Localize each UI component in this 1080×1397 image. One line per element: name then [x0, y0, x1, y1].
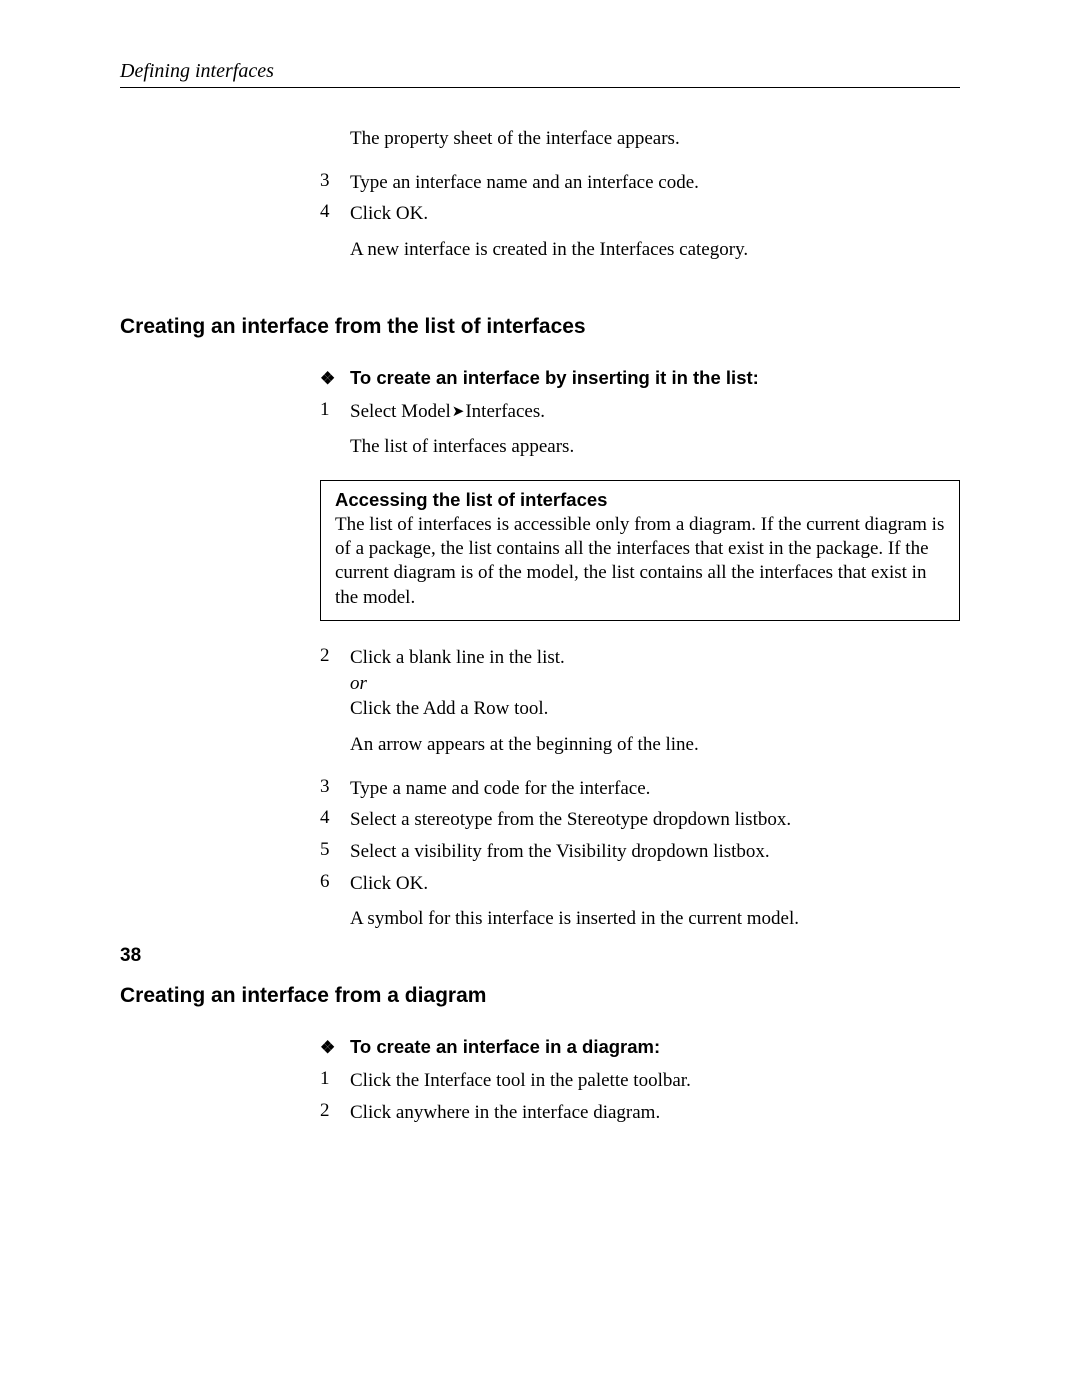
step-number: 4 [320, 807, 350, 833]
step-text: Click a blank line in the list. or Click… [350, 645, 565, 722]
procedure-heading: To create an interface in a diagram: [350, 1036, 660, 1058]
body-text: The property sheet of the interface appe… [350, 126, 960, 152]
step-or: or [350, 673, 367, 694]
page: Defining interfaces The property sheet o… [0, 0, 1080, 1397]
step-text-post: Interfaces. [465, 401, 545, 422]
step-text: Click OK. [350, 201, 428, 227]
procedure-heading: To create an interface by inserting it i… [350, 367, 759, 389]
step-number: 1 [320, 399, 350, 425]
diamond-bullet-icon: ❖ [320, 369, 350, 389]
step-number: 3 [320, 776, 350, 802]
step-number: 6 [320, 871, 350, 897]
note-box: Accessing the list of interfaces The lis… [320, 480, 960, 621]
step-row: 5 Select a visibility from the Visibilit… [320, 839, 960, 865]
step-row: 3 Type a name and code for the interface… [320, 776, 960, 802]
body-text: An arrow appears at the beginning of the… [350, 732, 960, 758]
body-text: A symbol for this interface is inserted … [350, 906, 960, 932]
section-heading: Creating an interface from a diagram [120, 984, 960, 1008]
running-header: Defining interfaces [120, 60, 960, 88]
diamond-bullet-icon: ❖ [320, 1038, 350, 1058]
step-number: 3 [320, 170, 350, 196]
step-text: Click anywhere in the interface diagram. [350, 1100, 660, 1126]
step-row: 4 Click OK. [320, 201, 960, 227]
step-text-pre: Select Model [350, 401, 451, 422]
procedure-heading-row: ❖ To create an interface in a diagram: [320, 1036, 960, 1058]
step-text: Click OK. [350, 871, 428, 897]
step-number: 5 [320, 839, 350, 865]
step-row: 1 Click the Interface tool in the palett… [320, 1068, 960, 1094]
step-row: 4 Select a stereotype from the Stereotyp… [320, 807, 960, 833]
step-text: Type a name and code for the interface. [350, 776, 650, 802]
step-row: 6 Click OK. [320, 871, 960, 897]
step-number: 1 [320, 1068, 350, 1094]
step-text: Type an interface name and an interface … [350, 170, 699, 196]
step-text: Select Model➤Interfaces. [350, 399, 545, 425]
step-line-a: Click a blank line in the list. [350, 647, 565, 668]
note-body: The list of interfaces is accessible onl… [335, 513, 945, 610]
step-row: 3 Type an interface name and an interfac… [320, 170, 960, 196]
continuation-block: The property sheet of the interface appe… [320, 126, 960, 263]
body-text: The list of interfaces appears. [350, 434, 960, 460]
step-row: 2 Click anywhere in the interface diagra… [320, 1100, 960, 1126]
section-heading: Creating an interface from the list of i… [120, 315, 960, 339]
note-title: Accessing the list of interfaces [335, 489, 945, 511]
step-row: 2 Click a blank line in the list. or Cli… [320, 645, 960, 722]
step-row: 1 Select Model➤Interfaces. [320, 399, 960, 425]
step-number: 2 [320, 645, 350, 722]
step-text: Click the Interface tool in the palette … [350, 1068, 691, 1094]
page-number: 38 [120, 945, 141, 967]
step-text: Select a stereotype from the Stereotype … [350, 807, 791, 833]
section-diagram-block: ❖ To create an interface in a diagram: 1… [320, 1036, 960, 1125]
step-number: 2 [320, 1100, 350, 1126]
procedure-heading-row: ❖ To create an interface by inserting it… [320, 367, 960, 389]
step-text: Select a visibility from the Visibility … [350, 839, 770, 865]
section-list-block: ❖ To create an interface by inserting it… [320, 367, 960, 932]
body-text: A new interface is created in the Interf… [350, 237, 960, 263]
step-line-b: Click the Add a Row tool. [350, 698, 548, 719]
step-number: 4 [320, 201, 350, 227]
